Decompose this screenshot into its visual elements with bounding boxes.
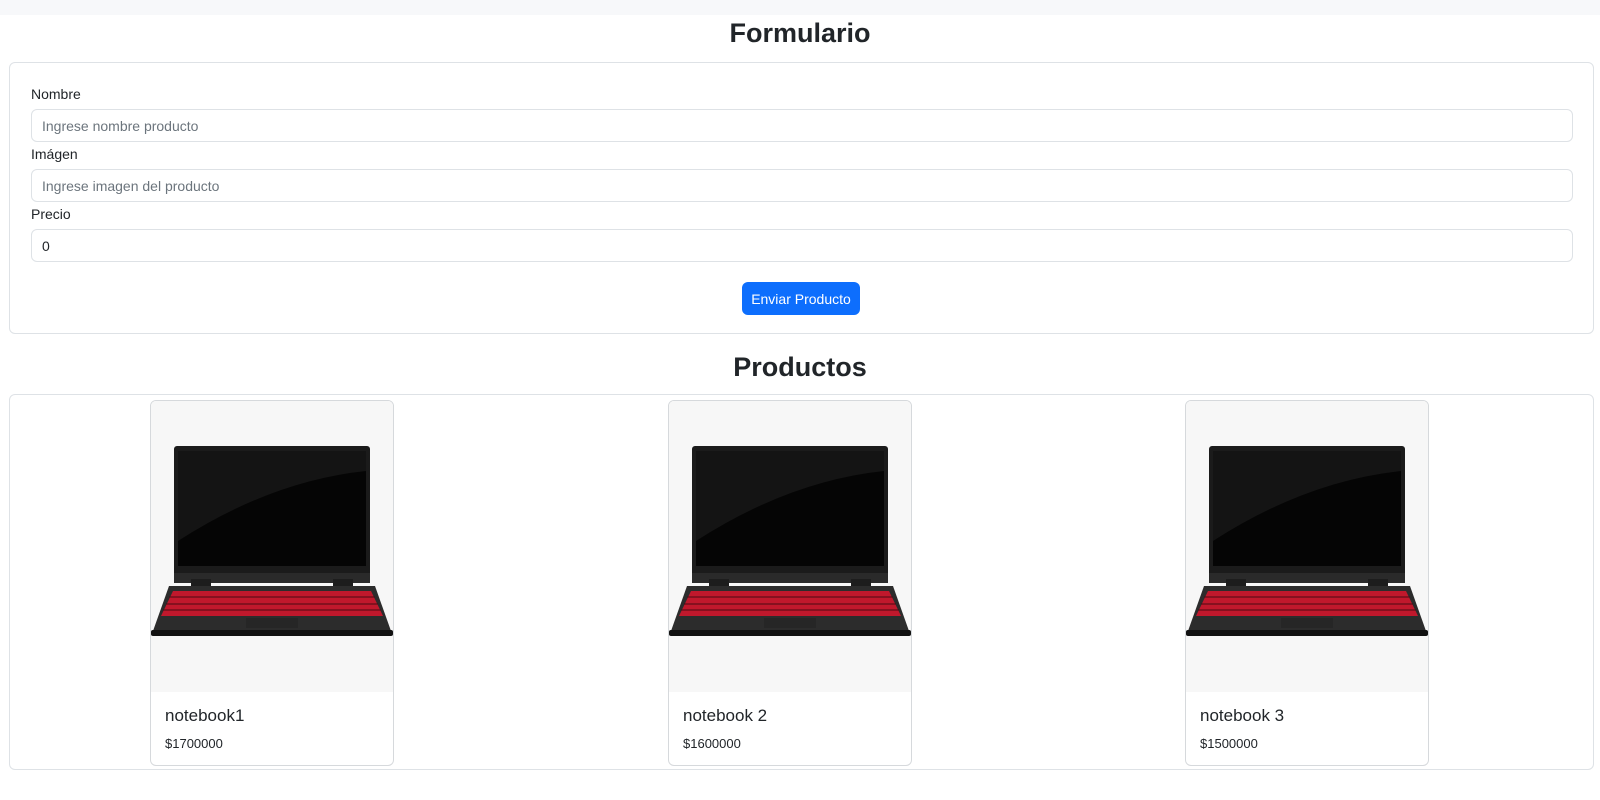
laptop-icon [1186,401,1428,692]
submit-product-button[interactable]: Enviar Producto [742,282,860,315]
product-card[interactable]: notebook1 $1700000 [150,400,394,766]
product-card[interactable]: notebook 3 $1500000 [1185,400,1429,766]
imagen-label: Imágen [31,146,78,162]
products-title: Productos [733,352,867,382]
product-name: notebook 2 [683,706,768,725]
laptop-icon [669,401,911,692]
product-price: $1700000 [165,736,223,751]
nombre-input[interactable] [31,109,1573,142]
form-title: Formulario [729,18,871,48]
product-card[interactable]: notebook 2 $1600000 [668,400,912,766]
product-form: Nombre Imágen Precio Enviar Producto [9,62,1594,334]
precio-label: Precio [31,206,71,222]
nombre-label: Nombre [31,86,81,102]
precio-input[interactable] [31,229,1573,262]
product-price: $1500000 [1200,736,1258,751]
products-panel: notebook1 $1700000 notebook 2 $1600000 n… [9,394,1594,770]
product-price: $1600000 [683,736,741,751]
product-name: notebook1 [165,706,245,725]
imagen-input[interactable] [31,169,1573,202]
laptop-icon [151,401,393,692]
product-name: notebook 3 [1200,706,1285,725]
top-bar [0,0,1600,15]
